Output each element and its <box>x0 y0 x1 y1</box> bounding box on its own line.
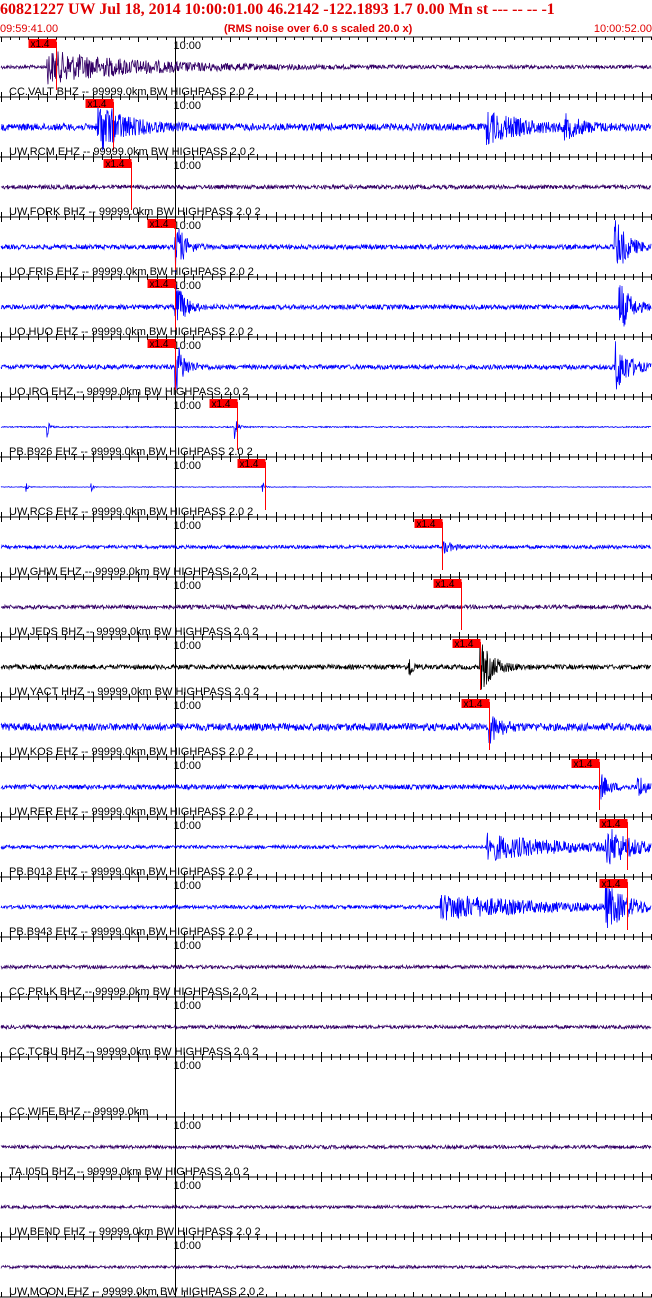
seismogram-plot: 10:00x1.4CC.VALT BHZ -- 99999.0km BW HIG… <box>0 36 652 1298</box>
waveform-trace <box>0 284 652 327</box>
waveform-trace <box>0 829 652 865</box>
channel-panel: 10:00 x1.4 PB.B013 EHZ -- 99999.0km BW HIG… <box>0 816 652 878</box>
channel-panel: 10:00 x1.4 UO.FRIS EHZ -- 99999.0km BW HIG… <box>0 216 652 278</box>
minute-label: 10:00 <box>174 1240 202 1252</box>
waveform-trace <box>0 603 652 611</box>
minute-label: 10:00 <box>174 640 202 652</box>
channel-panel: 10:00 x1.4 UO.IRO EHZ -- 99999.0km BW HIGH… <box>0 336 652 398</box>
channel-panel: 10:00 x1.4 UW.FORK BHZ -- 99999.0km BW HIG… <box>0 156 652 218</box>
channel-label: UW.RCM EHZ -- 99999.0km BW HIGHPASS 2.0 … <box>9 146 255 158</box>
minute-label: 10:00 <box>174 760 202 772</box>
channel-label: UW.KOS EHZ -- 99999.0km BW HIGHPASS 2.0 … <box>9 746 253 758</box>
pick-label: x1.4 <box>150 219 169 230</box>
channel-label: UW.JEDS BHZ -- 99999.0km BW HIGHPASS 2.0… <box>9 626 258 638</box>
waveform-trace <box>0 639 652 690</box>
channel-panel: 10:00 x1.4 UW.RCM EHZ -- 99999.0km BW HIGH… <box>0 96 652 158</box>
channel-label: UO.IRO EHZ -- 99999.0km BW HIGHPASS 2.0 … <box>9 386 248 398</box>
channel-panel: 10:00 x1.4 UW.YACT HHZ -- 99999.0km BW HIG… <box>0 636 652 698</box>
waveform-trace <box>0 51 652 85</box>
pick-label: x1.4 <box>436 579 455 590</box>
waveform-trace <box>0 882 652 929</box>
channel-label: CC.PRLK BHZ -- 99999.0km BW HIGHPASS 2.0… <box>9 986 257 998</box>
pick-label: x1.4 <box>88 99 107 110</box>
pick-label: x1.4 <box>212 399 231 410</box>
waveform-trace <box>0 1204 652 1210</box>
channel-panel: 10:00 UW.BEND EHZ -- 99999.0km BW HIGHPAS… <box>0 1176 652 1238</box>
minute-label: 10:00 <box>174 1180 202 1192</box>
pick-label: x1.4 <box>106 159 125 170</box>
pick-label: x1.4 <box>240 459 259 470</box>
minute-label: 10:00 <box>174 160 202 172</box>
minute-label: 10:00 <box>174 1060 202 1072</box>
waveform-trace <box>0 482 652 493</box>
pick-label: x1.4 <box>417 519 436 530</box>
channel-label: PB.B926 EHZ -- 99999.0km BW HIGHPASS 2.0… <box>9 446 253 458</box>
channel-label: CC.VALT BHZ -- 99999.0km BW HIGHPASS 2.0… <box>9 86 254 98</box>
channel-panel: 10:00 UW.MOON EHZ -- 99999.0km BW HIGHPAS… <box>0 1236 652 1298</box>
channel-panel: 10:00 TA.I05D BHZ -- 99999.0km BW HIGHPAS… <box>0 1116 652 1178</box>
minute-label: 10:00 <box>174 700 202 712</box>
waveform-trace <box>0 541 652 556</box>
minute-label: 10:00 <box>174 220 202 232</box>
minute-label: 10:00 <box>174 880 202 892</box>
channel-panel: 10:00 x1.4 UW.RER EHZ -- 99999.0km BW HIGH… <box>0 756 652 818</box>
waveform-trace <box>0 1143 652 1151</box>
waveform-trace <box>0 774 652 800</box>
channel-label: UW.RER EHZ -- 99999.0km BW HIGHPASS 2.0 … <box>9 806 253 818</box>
waveform-trace <box>0 963 652 971</box>
minute-label: 10:00 <box>174 100 202 112</box>
channel-label: UW.GHW EHZ -- 99999.0km BW HIGHPASS 2.0 … <box>9 566 257 578</box>
channel-label: UW.FORK BHZ -- 99999.0km BW HIGHPASS 2.0… <box>9 206 261 218</box>
pick-label: x1.4 <box>31 39 50 50</box>
pick-label: x1.4 <box>150 339 169 350</box>
channel-panel: 10:00x1.4UO.HUO EHZ -- 99999.0km BW HIGH… <box>0 276 652 338</box>
channel-label: UW.BEND EHZ -- 99999.0km BW HIGHPASS 2.0… <box>9 1226 261 1238</box>
pick-label: x1.4 <box>602 819 621 830</box>
minute-label: 10:00 <box>174 460 202 472</box>
channel-label: CC.TCBU BHZ -- 99999.0km BW HIGHPASS 2.0… <box>9 1046 258 1058</box>
channel-panel: 10:00 x1.4 UW.GHW EHZ -- 99999.0km BW HIGH… <box>0 516 652 578</box>
waveform-trace <box>0 421 652 439</box>
waveform-trace <box>0 220 652 273</box>
channel-label: PB.B013 EHZ -- 99999.0km BW HIGHPASS 2.0… <box>9 866 253 878</box>
channel-panel: 10:00 x1.4 UW.KOS EHZ -- 99999.0km BW HIGH… <box>0 696 652 758</box>
minute-label: 10:00 <box>174 580 202 592</box>
channel-label: UO.HUO EHZ -- 99999.0km BW HIGHPASS 2.0 … <box>9 326 253 338</box>
channel-label: PB.B943 EHZ -- 99999.0km BW HIGHPASS 2.0… <box>9 926 253 938</box>
waveform-trace <box>0 1264 652 1270</box>
pick-label: x1.4 <box>602 879 621 890</box>
channel-panel: 10:00 x1.4 PB.B926 EHZ -- 99999.0km BW HIG… <box>0 396 652 458</box>
minute-label: 10:00 <box>174 1000 202 1012</box>
minute-label: 10:00 <box>174 520 202 532</box>
pick-label: x1.4 <box>455 639 474 650</box>
waveform-trace <box>0 341 652 390</box>
channel-panel: 10:00 x1.4 UW.RCS EHZ -- 99999.0km BW HIGH… <box>0 456 652 518</box>
minute-label: 10:00 <box>174 340 202 352</box>
waveform-trace <box>0 183 652 191</box>
minute-label: 10:00 <box>174 40 202 52</box>
channel-panel: 10:00 CC.WIFE BHZ -- 99999.0km <box>0 1056 652 1118</box>
pick-label: x1.4 <box>150 279 169 290</box>
channel-label: CC.WIFE BHZ -- 99999.0km <box>9 1106 148 1118</box>
channel-label: UW.YACT HHZ -- 99999.0km BW HIGHPASS 2.0… <box>9 686 259 698</box>
waveform-trace <box>0 1023 652 1031</box>
channel-panel: 10:00 x1.4 CC.VALT BHZ -- 99999.0km BW HIG… <box>0 36 652 98</box>
channel-label: UW.RCS EHZ -- 99999.0km BW HIGHPASS 2.0 … <box>9 506 253 518</box>
channel-panel: 10:00 CC.PRLK BHZ -- 99999.0km BW HIGHPAS… <box>0 936 652 998</box>
minute-label: 10:00 <box>174 940 202 952</box>
channel-label: UW.MOON EHZ -- 99999.0km BW HIGHPASS 2.0… <box>9 1286 264 1298</box>
channel-label: UO.FRIS EHZ -- 99999.0km BW HIGHPASS 2.0… <box>9 266 254 278</box>
channel-label: TA.I05D BHZ -- 99999.0km BW HIGHPASS 2.0… <box>9 1166 249 1178</box>
minute-label: 10:00 <box>174 820 202 832</box>
pick-label: x1.4 <box>574 759 593 770</box>
channel-panel: 10:00 x1.4 PB.B943 EHZ -- 99999.0km BW HIG… <box>0 876 652 938</box>
minute-label: 10:00 <box>174 1120 202 1132</box>
channel-panel: 10:00 x1.4 UW.JEDS BHZ -- 99999.0km BW HIG… <box>0 576 652 638</box>
channel-panel: 10:00 CC.TCBU BHZ -- 99999.0km BW HIGHPAS… <box>0 996 652 1058</box>
minute-label: 10:00 <box>174 400 202 412</box>
waveform-trace <box>0 716 652 744</box>
pick-label: x1.4 <box>464 699 483 710</box>
